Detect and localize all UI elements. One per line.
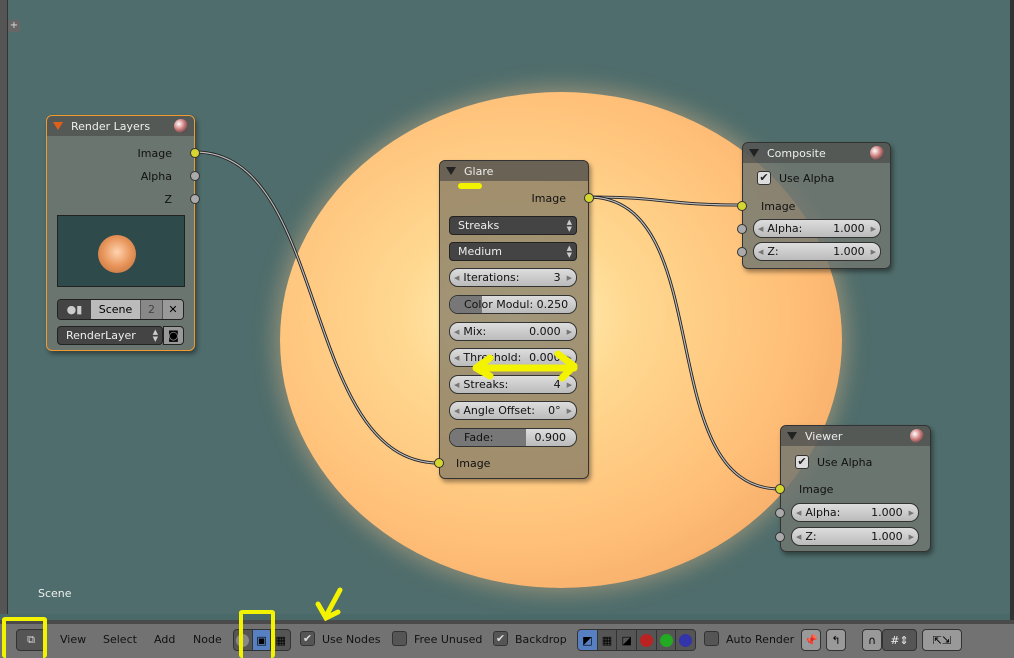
output-image-socket[interactable] [190,148,200,158]
node-title: Composite [767,146,826,160]
output-image-label: Image [137,147,172,160]
scene-browse-icon[interactable]: ●▮ [58,300,91,319]
use-alpha-checkbox[interactable]: ✔ [757,171,771,185]
annotation-double-arrow [472,350,578,382]
input-image-label: Image [456,457,491,470]
blue-channel-icon[interactable] [676,630,695,650]
viewer-node[interactable]: Viewer ✔ Use Alpha Image ◀ Alpha: 1.000 ▶ ◀… [775,425,931,552]
copy-icon[interactable]: ⇱ [933,634,942,647]
node-editor-canvas[interactable]: Render Layers Image Alpha Z ●▮ Scene 2 ✕… [0,0,1010,614]
node-header[interactable]: Composite [743,143,890,163]
collapse-triangle-icon[interactable] [749,149,759,157]
input-z-socket[interactable] [775,532,785,542]
input-image-socket[interactable] [434,458,444,468]
annotation-box-editor-type [2,617,47,658]
red-channel-icon[interactable] [637,630,657,650]
node-header[interactable]: Viewer [781,426,930,446]
unlink-x-icon[interactable]: ✕ [162,300,183,319]
output-alpha-label: Alpha [140,170,172,183]
preview-sphere-icon[interactable] [870,146,884,160]
backdrop-checkbox[interactable]: ✔ [493,631,508,646]
fade-slider[interactable]: Fade: 0.900 [449,428,577,447]
snap-element-dropdown[interactable]: #⇕ [882,629,917,651]
render-layers-node[interactable]: Render Layers Image Alpha Z ●▮ Scene 2 ✕… [46,115,200,351]
input-image-socket[interactable] [775,484,785,494]
input-image-label: Image [799,483,834,496]
use-alpha-checkbox[interactable]: ✔ [795,455,809,469]
scene-selector[interactable]: ●▮ Scene 2 ✕ [57,299,184,320]
color-modulation-slider[interactable]: Color Modul: 0.250 [449,295,577,314]
mix-field[interactable]: ◀ Mix: 0.000 ▶ [449,322,577,341]
render-layer-dropdown[interactable]: RenderLayer ▲ ▼ [57,326,163,345]
color-icon[interactable]: ▦ [597,630,618,650]
node-title: Render Layers [71,119,151,133]
node-header[interactable]: Glare [440,161,588,181]
backdrop-label: Backdrop [515,633,567,646]
input-z-socket[interactable] [737,247,747,257]
toolbar-edge[interactable] [0,0,8,614]
node-header[interactable]: Render Layers [47,116,194,136]
output-z-socket[interactable] [190,194,200,204]
link-renderlayers-glare [194,150,440,465]
menu-view[interactable]: View [60,630,86,650]
auto-render-label: Auto Render [726,633,795,646]
z-field[interactable]: ◀ Z: 1.000 ▶ [791,527,919,546]
output-image-socket[interactable] [584,193,594,203]
collapse-triangle-icon[interactable] [787,432,797,440]
color-alpha-icon[interactable]: ◩ [578,630,598,650]
use-alpha-label: Use Alpha [817,456,873,469]
z-field[interactable]: ◀ Z: 1.000 ▶ [753,242,881,261]
annotation-arrow [315,587,343,622]
menu-select[interactable]: Select [103,630,137,650]
collapse-triangle-icon[interactable] [53,122,63,130]
output-alpha-socket[interactable] [190,171,200,181]
use-nodes-label: Use Nodes [322,633,381,646]
collapse-triangle-icon[interactable] [446,167,456,175]
iterations-field[interactable]: ◀ Iterations: 3 ▶ [449,268,577,287]
input-image-socket[interactable] [737,201,747,211]
copy-paste-nodes-buttons[interactable]: ⇱ ⇲ [922,629,962,651]
green-channel-icon[interactable] [656,630,677,650]
paste-icon[interactable]: ⇲ [942,634,951,647]
output-image-label: Image [531,192,566,205]
menu-add[interactable]: Add [154,630,175,650]
use-nodes-checkbox[interactable]: ✔ [300,631,315,646]
free-unused-checkbox[interactable] [392,631,407,646]
scene-users-count[interactable]: 2 [140,300,162,319]
annotation-box-compositing [239,610,275,658]
scene-label: Scene [38,587,72,600]
annotation-underline [458,183,482,189]
output-z-label: Z [164,193,172,206]
pin-icon[interactable]: 📌 [801,629,821,651]
scene-name-field[interactable]: Scene [91,300,140,319]
auto-render-checkbox[interactable] [704,631,719,646]
input-image-label: Image [761,200,796,213]
region-divider[interactable] [1010,0,1014,620]
render-preview [57,215,185,287]
glare-type-dropdown[interactable]: Streaks ▲ ▼ [449,216,577,235]
angle-offset-field[interactable]: ◀ Angle Offset: 0° ▶ [449,401,577,420]
plus-icon[interactable]: + [8,20,20,32]
alpha-field[interactable]: ◀ Alpha: 1.000 ▶ [753,219,881,238]
node-title: Viewer [805,429,843,443]
node-editor-header: ⧉ View Select Add Node ▣ ▦ ✔ Use Nodes F… [0,620,1014,658]
composite-node[interactable]: Composite ✔ Use Alpha Image ◀ Alpha: 1.000… [737,142,891,269]
render-camera-icon[interactable]: ◙ [163,326,184,345]
alpha-field[interactable]: ◀ Alpha: 1.000 ▶ [791,503,919,522]
preview-sphere-icon[interactable] [174,119,188,133]
snap-magnet-icon[interactable]: ∩ [862,629,882,651]
glare-quality-dropdown[interactable]: Medium ▲ ▼ [449,242,577,261]
backdrop-channel-buttons[interactable]: ◩ ▦ ◪ [577,629,696,651]
preview-sphere-icon[interactable] [910,429,924,443]
free-unused-label: Free Unused [414,633,483,646]
alpha-icon[interactable]: ◪ [617,630,637,650]
parent-tree-icon[interactable]: ↰ [826,629,846,651]
menu-node[interactable]: Node [193,630,222,650]
use-alpha-label: Use Alpha [779,172,835,185]
input-alpha-socket[interactable] [737,224,747,234]
input-alpha-socket[interactable] [775,508,785,518]
node-title: Glare [464,164,494,178]
glare-node[interactable]: Glare Image Streaks ▲ ▼ Medium ▲ ▼ ◀ Iteratio… [434,160,594,479]
